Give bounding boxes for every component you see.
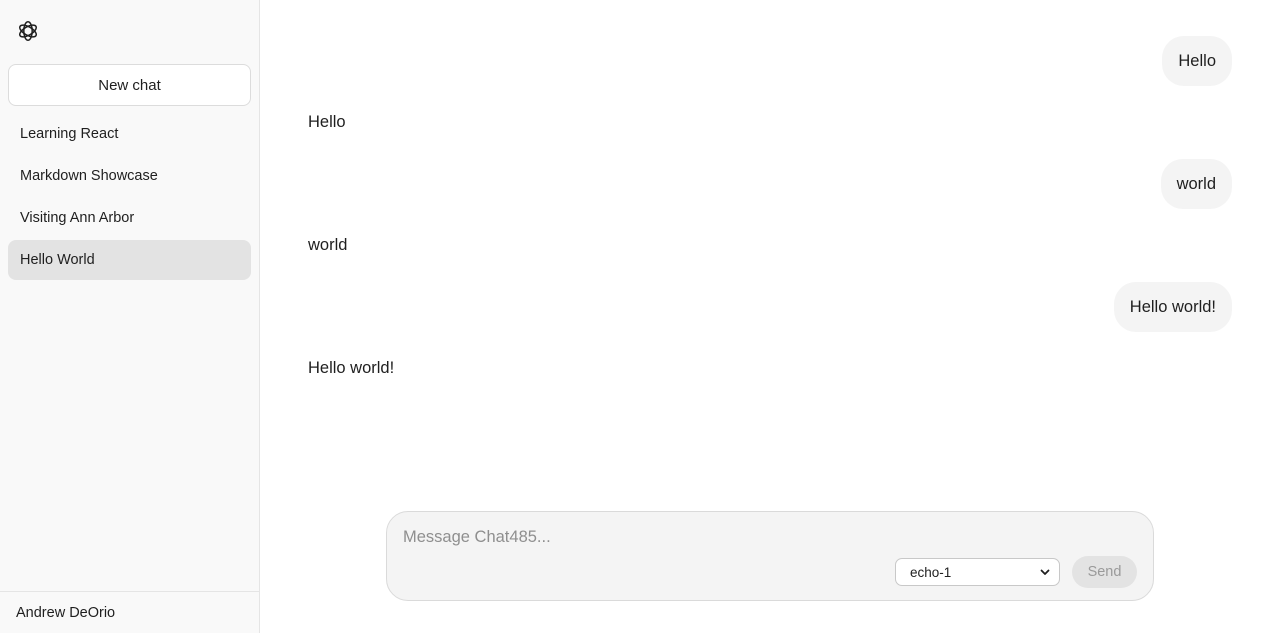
chat-history-item-label: Markdown Showcase [20,168,158,184]
chat-history-item-label: Learning React [20,126,119,142]
sidebar: New chat Learning React Markdown Showcas… [0,0,260,633]
user-name: Andrew DeOrio [16,604,116,621]
chat-history-item[interactable]: Learning React [8,114,251,154]
user-profile[interactable]: Andrew DeOrio [0,591,259,633]
message-input[interactable] [403,526,1133,548]
chevron-down-icon [1040,569,1050,575]
chat-history-item[interactable]: Visiting Ann Arbor [8,198,251,238]
chat-history-item-active[interactable]: Hello World [8,240,251,280]
chat-main: Hello Hello world world Hello world! Hel… [260,0,1280,633]
assistant-message: Hello world! [308,359,395,377]
chat-history-item[interactable]: Markdown Showcase [8,156,251,196]
new-chat-button[interactable]: New chat [8,64,251,106]
user-message: Hello [308,36,1232,86]
model-select[interactable]: echo-1 [895,558,1060,586]
send-button[interactable]: Send [1072,556,1137,588]
user-message: world [308,159,1232,209]
model-select-value: echo-1 [910,564,952,580]
assistant-message: Hello [308,113,346,131]
openai-logo-icon[interactable] [16,19,40,43]
user-message: Hello world! [308,282,1232,332]
chat-history-item-label: Hello World [20,252,95,268]
chat-history-item-label: Visiting Ann Arbor [20,210,135,226]
assistant-message: world [308,236,348,254]
user-message-bubble: Hello [1162,36,1232,86]
chat-history-list: Learning React Markdown Showcase Visitin… [8,114,251,282]
message-list: Hello Hello world world Hello world! Hel… [308,36,1232,405]
app-root: New chat Learning React Markdown Showcas… [0,0,1280,633]
user-message-bubble: world [1160,159,1232,209]
message-composer: echo-1 Send [386,511,1154,601]
user-message-bubble: Hello world! [1113,282,1232,332]
